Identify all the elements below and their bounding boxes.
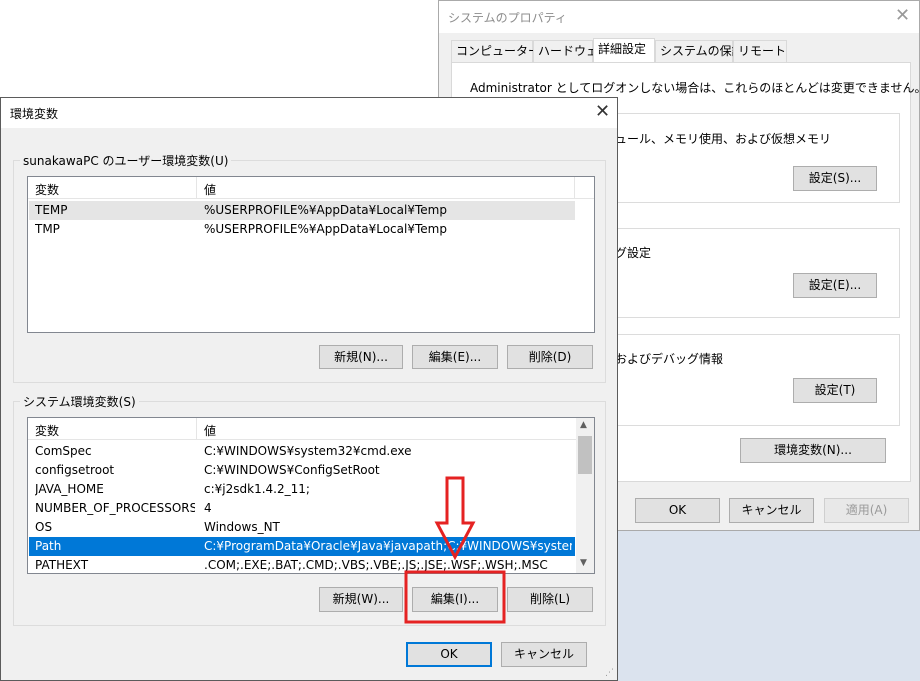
list-item[interactable]: NUMBER_OF_PROCESSORS 4 xyxy=(29,499,575,518)
env-titlebar[interactable]: 環境変数 ✕ xyxy=(1,98,617,128)
variable-value: %USERPROFILE%¥AppData¥Local¥Temp xyxy=(204,222,447,236)
window-title: システムのプロパティ xyxy=(448,11,567,25)
sysprop-ok-button[interactable]: OK xyxy=(635,498,720,523)
startup-recovery-description: およびデバッグ情報 xyxy=(615,352,724,366)
list-item[interactable]: TMP %USERPROFILE%¥AppData¥Local¥Temp xyxy=(29,220,575,239)
scrollbar[interactable]: ▲ ▼ xyxy=(576,418,594,573)
performance-settings-button[interactable]: 設定(S)... xyxy=(793,166,877,191)
startup-recovery-settings-button[interactable]: 設定(T) xyxy=(793,378,877,403)
user-variables-group: sunakawaPC のユーザー環境変数(U) 変数 値 TEMP %USERPR… xyxy=(13,152,606,383)
variable-value: 4 xyxy=(204,501,212,515)
column-header-value[interactable]: 値 xyxy=(204,422,216,439)
user-profiles-description: グ設定 xyxy=(615,246,652,260)
user-profiles-settings-button[interactable]: 設定(E)... xyxy=(793,273,877,298)
scroll-up-arrow-icon[interactable]: ▲ xyxy=(580,420,587,430)
tab-hardware[interactable]: ハードウェア xyxy=(533,40,610,62)
admin-notice: Administrator としてログオンしない場合は、これらのほとんどは変更で… xyxy=(470,81,920,95)
variable-value: Windows_NT xyxy=(204,520,280,534)
column-divider xyxy=(196,177,197,199)
scroll-down-arrow-icon[interactable]: ▼ xyxy=(580,558,587,568)
system-properties-titlebar[interactable]: システムのプロパティ ✕ xyxy=(439,1,919,33)
sysprop-apply-button[interactable]: 適用(A) xyxy=(824,498,909,523)
variable-value: %USERPROFILE%¥AppData¥Local¥Temp xyxy=(204,203,447,217)
system-delete-button[interactable]: 削除(L) xyxy=(507,587,593,612)
system-variables-list[interactable]: 変数 値 ComSpec C:¥WINDOWS¥system32¥cmd.exe c… xyxy=(27,417,595,574)
variable-value: C:¥ProgramData¥Oracle¥Java¥javapath;C:¥W… xyxy=(204,539,572,553)
column-header-value[interactable]: 値 xyxy=(204,181,216,198)
tab-system-protection[interactable]: システムの保護 xyxy=(655,40,744,62)
column-divider xyxy=(196,418,197,440)
variable-name: ComSpec xyxy=(35,444,92,458)
system-new-button[interactable]: 新規(W)... xyxy=(319,587,403,612)
variable-name: JAVA_HOME xyxy=(35,482,104,496)
environment-variables-button[interactable]: 環境変数(N)... xyxy=(740,438,886,463)
variable-value: c:¥j2sdk1.4.2_11; xyxy=(204,482,310,496)
variable-value: C:¥WINDOWS¥system32¥cmd.exe xyxy=(204,444,412,458)
list-item[interactable]: PATHEXT .COM;.EXE;.BAT;.CMD;.VBS;.VBE;.JS… xyxy=(29,556,575,573)
system-variables-group: システム環境変数(S) 変数 値 ComSpec C:¥WINDOWS¥syste… xyxy=(13,393,606,626)
system-edit-button[interactable]: 編集(I)... xyxy=(412,587,498,612)
list-item[interactable]: configsetroot C:¥WINDOWS¥ConfigSetRoot xyxy=(29,461,575,480)
close-icon[interactable]: ✕ xyxy=(595,103,610,121)
list-item[interactable]: Path C:¥ProgramData¥Oracle¥Java¥javapath;… xyxy=(29,537,575,556)
desktop-background xyxy=(617,530,920,681)
tab-remote[interactable]: リモート xyxy=(733,40,787,62)
system-variables-label: システム環境変数(S) xyxy=(20,393,139,410)
tab-strip: コンピューター名 ハードウェア 詳細設定 システムの保護 リモート xyxy=(451,38,911,62)
user-variables-list[interactable]: 変数 値 TEMP %USERPROFILE%¥AppData¥Local¥Tem… xyxy=(27,176,595,333)
variable-name: NUMBER_OF_PROCESSORS xyxy=(35,501,195,515)
list-item[interactable]: TEMP %USERPROFILE%¥AppData¥Local¥Temp xyxy=(29,201,575,220)
tab-advanced[interactable]: 詳細設定 xyxy=(593,38,655,62)
scrollbar-thumb[interactable] xyxy=(578,436,592,474)
list-item[interactable]: ComSpec C:¥WINDOWS¥system32¥cmd.exe xyxy=(29,442,575,461)
resize-grip-icon[interactable]: ⋰ xyxy=(605,668,614,678)
list-item[interactable]: OS Windows_NT xyxy=(29,518,575,537)
list-header: 変数 値 xyxy=(28,177,594,199)
list-header: 変数 値 xyxy=(28,418,576,440)
variable-name: TMP xyxy=(35,222,60,236)
user-new-button[interactable]: 新規(N)... xyxy=(319,345,403,369)
column-header-variable[interactable]: 変数 xyxy=(35,181,59,198)
env-ok-button[interactable]: OK xyxy=(406,642,492,667)
column-divider xyxy=(574,177,575,199)
variable-value: C:¥WINDOWS¥ConfigSetRoot xyxy=(204,463,380,477)
user-variables-label: sunakawaPC のユーザー環境変数(U) xyxy=(20,152,232,169)
user-edit-button[interactable]: 編集(E)... xyxy=(412,345,498,369)
variable-name: OS xyxy=(35,520,53,534)
list-item[interactable]: JAVA_HOME c:¥j2sdk1.4.2_11; xyxy=(29,480,575,499)
close-icon[interactable]: ✕ xyxy=(895,7,910,25)
variable-name: configsetroot xyxy=(35,463,115,477)
tab-computer-name[interactable]: コンピューター名 xyxy=(451,40,552,62)
dialog-title: 環境変数 xyxy=(10,107,59,121)
performance-description: ュール、メモリ使用、および仮想メモリ xyxy=(615,132,832,146)
variable-name: Path xyxy=(35,539,62,553)
user-delete-button[interactable]: 削除(D) xyxy=(507,345,593,369)
env-cancel-button[interactable]: キャンセル xyxy=(501,642,587,667)
sysprop-cancel-button[interactable]: キャンセル xyxy=(729,498,814,523)
variable-name: PATHEXT xyxy=(35,558,89,572)
variable-value: .COM;.EXE;.BAT;.CMD;.VBS;.VBE;.JS;.JSE;.… xyxy=(204,558,548,572)
column-header-variable[interactable]: 変数 xyxy=(35,422,59,439)
variable-name: TEMP xyxy=(35,203,68,217)
environment-variables-dialog: 環境変数 ✕ sunakawaPC のユーザー環境変数(U) 変数 値 TEMP… xyxy=(0,97,618,681)
